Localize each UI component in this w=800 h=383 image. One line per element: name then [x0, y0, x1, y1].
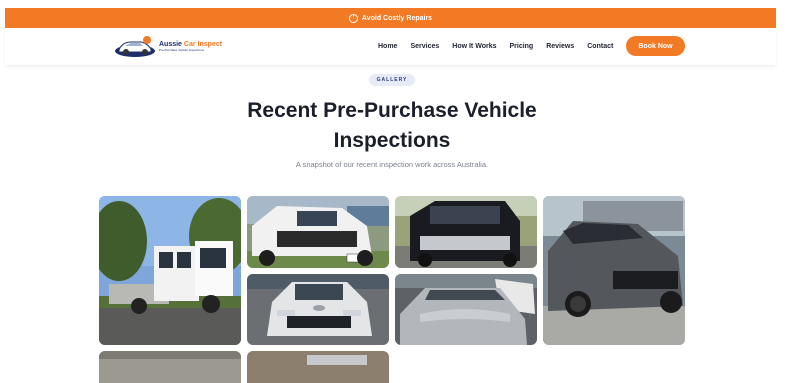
white-toyota-hilux-4x4-photo[interactable] [247, 196, 389, 268]
book-now-button[interactable]: Book Now [626, 36, 685, 56]
nav-contact[interactable]: Contact [587, 43, 613, 50]
main-nav: Home Services How It Works Pricing Revie… [378, 28, 626, 65]
grey-ford-mustang-photo[interactable] [543, 196, 685, 345]
brand-name-part2: Car Inspect [183, 40, 223, 48]
site-header: Aussie Car Inspect Pre-Purchase Vehicle … [5, 28, 776, 65]
page-subtitle: A snapshot of our recent inspection work… [295, 160, 489, 169]
nav-services[interactable]: Services [410, 43, 439, 50]
silver-toyota-camry-photo[interactable] [247, 274, 389, 345]
alert-circle-icon: ! [348, 13, 358, 23]
black-toyota-alphard-van-photo[interactable] [395, 196, 537, 268]
brand-name-part1: Aussie [159, 40, 182, 48]
white-isuzu-tray-truck-photo[interactable] [99, 196, 241, 345]
banner-text: Avoid Costly Repairs [361, 14, 433, 22]
partial-car-photo-row3-a[interactable] [99, 351, 241, 383]
partial-car-photo-row3-b[interactable] [247, 351, 389, 383]
nav-home[interactable]: Home [378, 43, 397, 50]
nav-pricing[interactable]: Pricing [509, 43, 533, 50]
nav-reviews[interactable]: Reviews [546, 43, 574, 50]
announcement-banner: ! Avoid Costly Repairs [5, 8, 776, 28]
brand-tagline: Pre-Purchase Vehicle Inspections [159, 47, 204, 52]
page-title: Recent Pre-Purchase Vehicle Inspections [200, 96, 584, 156]
gallery-badge: GALLERY [369, 74, 415, 86]
page: ! Avoid Costly Repairs Aussie Car Inspec… [0, 0, 800, 383]
nav-how-it-works[interactable]: How It Works [452, 43, 496, 50]
brand-logo[interactable]: Aussie Car Inspect Pre-Purchase Vehicle … [113, 34, 222, 58]
car-logo-icon [113, 34, 157, 58]
silver-coupe-car-photo[interactable] [395, 274, 537, 345]
page-title-line2: Inspections [333, 129, 451, 152]
page-title-line1: Recent Pre-Purchase Vehicle [247, 99, 537, 122]
